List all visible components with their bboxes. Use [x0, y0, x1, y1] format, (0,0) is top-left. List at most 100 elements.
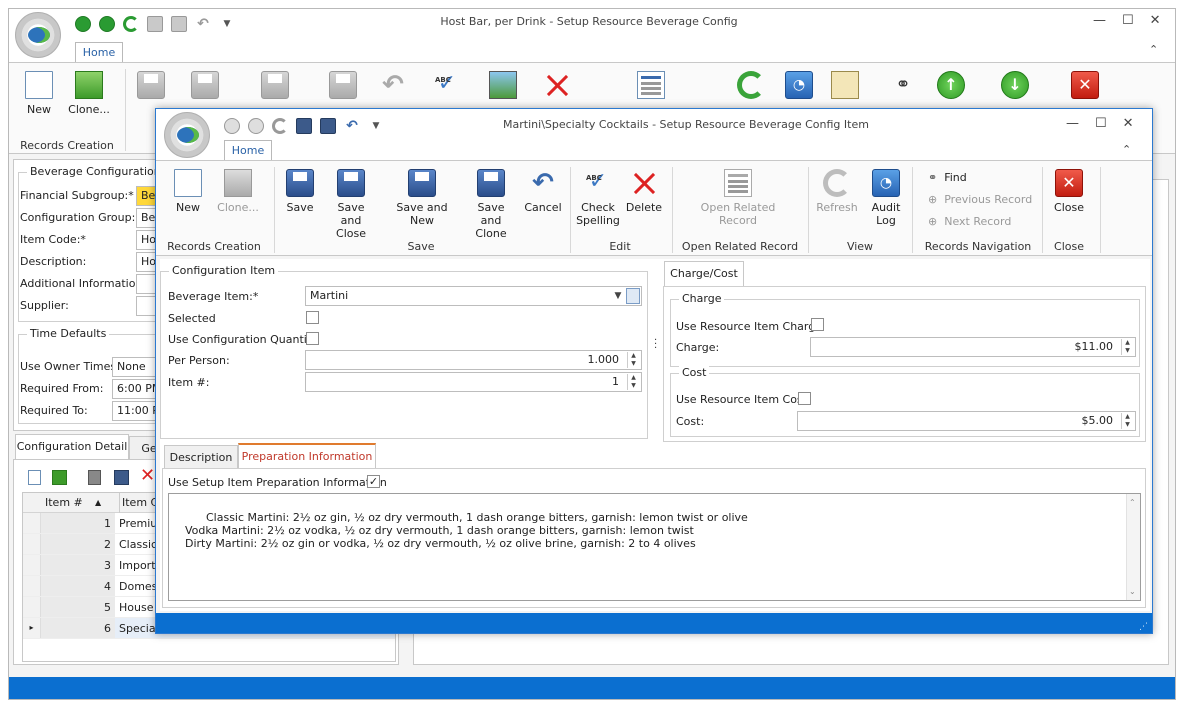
refresh-button[interactable]: Refresh — [814, 169, 860, 214]
next-record-button[interactable]: ⊕ Next Record — [928, 215, 1011, 228]
cell-item-number[interactable]: 6 — [41, 618, 115, 638]
save-icon[interactable] — [296, 118, 312, 134]
main-cancel-button[interactable]: ↶ — [377, 71, 409, 103]
resize-grip-icon[interactable]: ⋰ — [1139, 622, 1148, 632]
use-resource-item-charge-checkbox[interactable] — [811, 318, 824, 331]
maximize-icon[interactable]: ☐ — [1095, 116, 1107, 131]
previous-record-button[interactable]: ⊕ Previous Record — [928, 193, 1032, 206]
cell-item-number[interactable]: 2 — [41, 534, 115, 554]
per-person-field[interactable]: 1.000 ▲ ▼ — [305, 350, 642, 370]
open-related-record-button[interactable]: Open Related Record — [700, 169, 776, 227]
clone-icon[interactable] — [52, 470, 67, 485]
refresh-icon[interactable] — [123, 16, 139, 32]
main-open-related-button[interactable] — [635, 71, 667, 103]
cell-item-number[interactable]: 5 — [41, 597, 115, 617]
selected-checkbox[interactable] — [306, 311, 319, 324]
beverage-item-select[interactable]: Martini ▼ — [305, 286, 642, 306]
new-button[interactable]: New — [168, 169, 208, 214]
cell-item-number[interactable]: 1 — [41, 513, 115, 533]
save-and-new-button[interactable]: Save and New — [384, 169, 460, 227]
new-icon[interactable] — [28, 470, 41, 485]
main-audit-button[interactable]: ◔ — [783, 71, 815, 103]
use-resource-item-cost-checkbox[interactable] — [798, 392, 811, 405]
save-close-icon[interactable] — [320, 118, 336, 134]
vertical-scrollbar[interactable]: ⌃ ⌄ — [1126, 494, 1140, 600]
item-number-field[interactable]: 1 ▲ ▼ — [305, 372, 642, 392]
main-save-close-button[interactable] — [189, 71, 221, 103]
row-indicator[interactable]: ▸ — [23, 618, 41, 638]
row-indicator[interactable] — [23, 597, 41, 617]
row-indicator[interactable] — [23, 576, 41, 596]
calculator-icon[interactable] — [88, 470, 101, 485]
cell-item-code[interactable]: Speciall — [119, 618, 159, 639]
minimize-icon[interactable]: — — [1093, 13, 1106, 28]
splitter-handle[interactable]: · · · — [654, 336, 657, 354]
row-indicator[interactable] — [23, 555, 41, 575]
check-spelling-button[interactable]: ABC ✓ Check Spelling — [576, 169, 620, 227]
cost-field[interactable]: $5.00 ▲ ▼ — [797, 411, 1136, 431]
find-button[interactable]: ⚭ Find — [928, 171, 967, 184]
customize-qat-icon[interactable]: ▼ — [368, 118, 384, 134]
refresh-icon[interactable] — [272, 118, 288, 134]
collapse-ribbon-icon[interactable]: ⌃ — [1149, 43, 1158, 56]
maximize-icon[interactable]: ☐ — [1122, 13, 1134, 28]
undo-icon[interactable]: ↶ — [195, 16, 211, 32]
save-and-clone-button[interactable]: Save and Clone — [466, 169, 516, 240]
use-setup-item-preparation-checkbox[interactable]: ✓ — [367, 475, 380, 488]
main-find-button[interactable]: ⚭ — [887, 71, 919, 103]
lookup-icon[interactable] — [626, 288, 640, 304]
chevron-down-icon[interactable]: ▼ — [611, 287, 625, 305]
main-save-new-button[interactable] — [259, 71, 291, 103]
app-logo-icon[interactable] — [15, 12, 61, 58]
charge-field[interactable]: $11.00 ▲ ▼ — [810, 337, 1136, 357]
main-check-spelling-button[interactable]: ABC ✓ — [431, 71, 463, 103]
clone-button[interactable]: Clone... — [214, 169, 262, 214]
save-close-icon[interactable] — [171, 16, 187, 32]
tab-charge-cost[interactable]: Charge/Cost — [664, 261, 744, 287]
cancel-button[interactable]: ↶ Cancel — [522, 169, 564, 214]
cell-item-code[interactable]: Classic — [119, 534, 159, 555]
next-icon[interactable] — [248, 118, 264, 134]
main-clone-button[interactable]: Clone... — [65, 71, 113, 116]
tab-preparation-information[interactable]: Preparation Information — [238, 443, 376, 469]
main-new-button[interactable]: New — [19, 71, 59, 116]
row-indicator[interactable] — [23, 513, 41, 533]
main-save-clone-button[interactable] — [327, 71, 359, 103]
collapse-ribbon-icon[interactable]: ⌃ — [1122, 143, 1131, 156]
dialog-logo-icon[interactable] — [164, 112, 210, 158]
main-delete-button[interactable] — [541, 71, 573, 103]
spin-icon[interactable]: ▲ ▼ — [627, 374, 639, 390]
delete-icon[interactable]: ✕ — [140, 466, 155, 486]
row-indicator[interactable] — [23, 534, 41, 554]
chevron-up-icon[interactable]: ⌃ — [1129, 496, 1136, 509]
previous-icon[interactable] — [224, 118, 240, 134]
audit-log-button[interactable]: ◔ Audit Log — [866, 169, 906, 227]
cell-item-number[interactable]: 4 — [41, 576, 115, 596]
cell-item-code[interactable]: Domest — [119, 576, 159, 597]
tab-configuration-detail[interactable]: Configuration Detail — [15, 434, 129, 460]
customize-qat-icon[interactable]: ▼ — [219, 16, 235, 32]
close-window-icon[interactable]: ✕ — [1123, 116, 1134, 131]
cell-item-code[interactable]: Importe — [119, 555, 159, 576]
tab-home[interactable]: Home — [75, 42, 123, 63]
main-close-button[interactable]: ✕ — [1069, 71, 1101, 103]
save-and-close-button[interactable]: Save and Close — [326, 169, 376, 240]
edit-icon[interactable] — [114, 470, 129, 485]
spin-icon[interactable]: ▲ ▼ — [627, 352, 639, 368]
spin-icon[interactable]: ▲ ▼ — [1121, 339, 1133, 355]
save-button[interactable]: Save — [282, 169, 318, 214]
minimize-icon[interactable]: — — [1066, 116, 1079, 131]
undo-icon[interactable]: ↶ — [344, 118, 360, 134]
spin-icon[interactable]: ▲ ▼ — [1121, 413, 1133, 429]
previous-icon[interactable] — [75, 16, 91, 32]
main-report-button[interactable] — [829, 71, 861, 103]
main-next-button[interactable]: ↓ — [999, 71, 1031, 103]
dialog-tab-home[interactable]: Home — [224, 140, 272, 161]
cell-item-code[interactable]: Premiu — [119, 513, 159, 534]
close-window-icon[interactable]: ✕ — [1150, 13, 1161, 28]
main-image-button[interactable] — [487, 71, 519, 103]
tab-description[interactable]: Description — [164, 445, 238, 469]
use-configuration-quantity-checkbox[interactable] — [306, 332, 319, 345]
main-refresh-button[interactable] — [735, 71, 767, 103]
cell-item-code[interactable]: House V — [119, 597, 159, 618]
